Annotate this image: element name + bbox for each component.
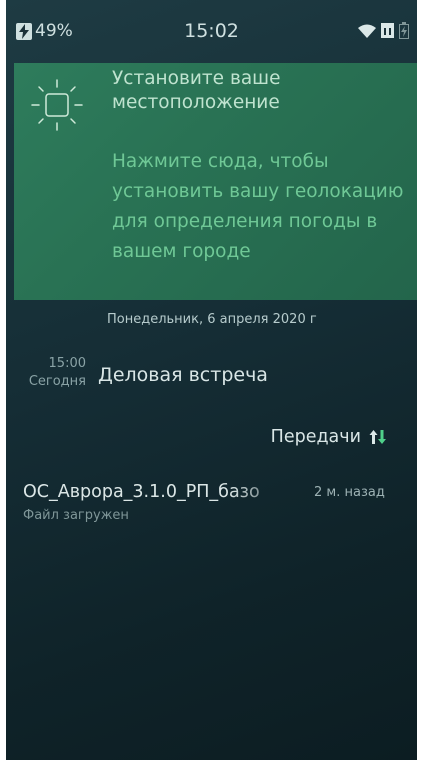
location-card-description: Нажмите сюда, чтобы установить вашу геол… [112,151,404,262]
battery-icon [399,22,409,39]
transfer-file-name: ОС_Аврора_3.1.0_РП_базо [23,482,260,502]
transfers-header: Передачи [271,427,387,447]
sim-card-icon [381,23,394,38]
status-clock: 15:02 [184,20,239,42]
sun-icon [31,79,83,131]
transfer-arrows-icon [369,430,386,444]
transfers-title: Передачи [270,427,361,447]
event-time: 15:00 Сегодня [24,355,86,391]
event-time-value: 15:00 [48,356,86,371]
status-bar: 49% 15:02 [6,0,417,60]
events-view: 49% 15:02 Установите ваше местоположение… [6,0,417,760]
date-label: Понедельник, 6 апреля 2020 г [107,312,317,327]
location-card-title: Установите ваше местоположение [112,68,281,113]
event-day: Сегодня [28,374,86,389]
transfer-time: 2 м. назад [314,485,385,500]
wifi-icon [358,24,376,38]
transfer-status: Файл загружен [23,508,129,523]
calendar-event[interactable]: Деловая встреча [98,364,268,386]
status-icons [358,22,409,39]
set-location-card[interactable]: Установите ваше местоположение Нажмите с… [14,63,417,300]
